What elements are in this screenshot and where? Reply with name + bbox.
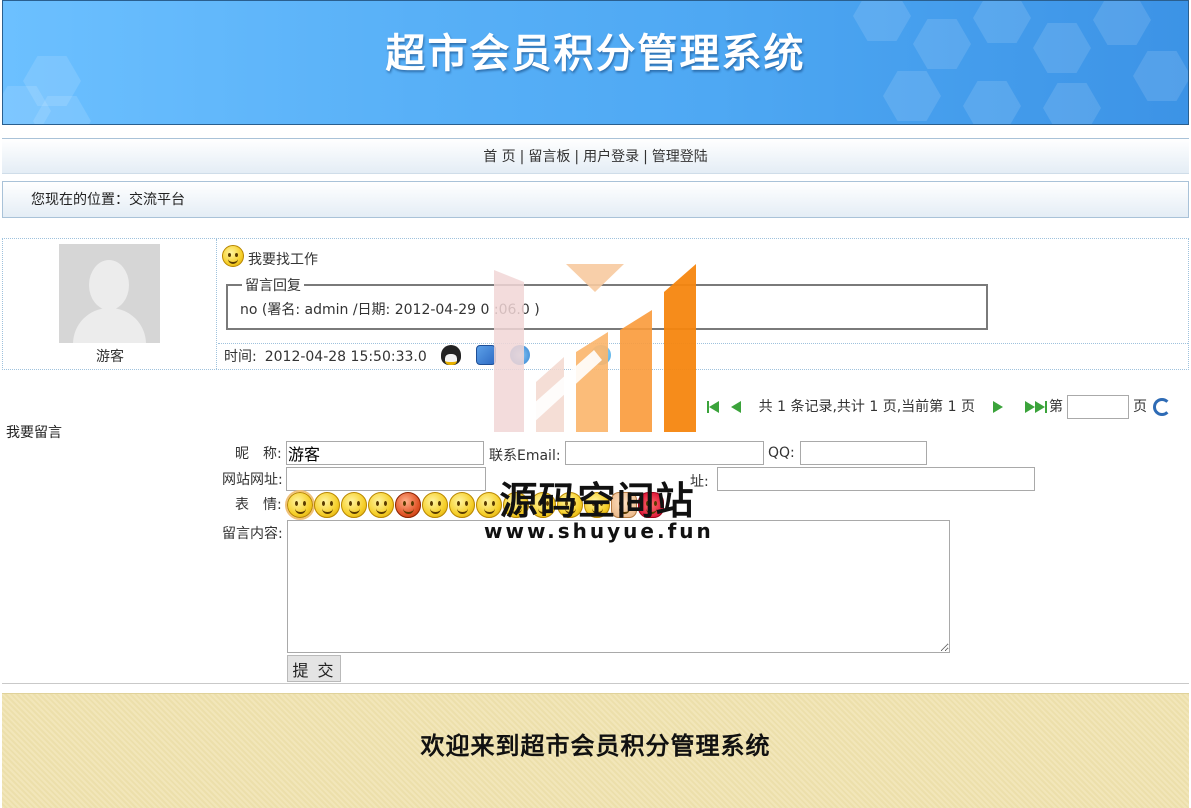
- emotion-picker: [285, 490, 665, 520]
- smile-emotion-icon: [222, 245, 244, 267]
- tongue-emotion-icon[interactable]: [530, 492, 556, 518]
- nav-user-login[interactable]: 用户登录: [583, 149, 639, 165]
- nickname-input[interactable]: [286, 441, 484, 465]
- surprised-emotion-icon[interactable]: [422, 492, 448, 518]
- message-content: 我要找工作 留言回复 no (署名: admin /日期: 2012-04-29…: [218, 239, 1188, 369]
- sad-emotion-icon[interactable]: [314, 492, 340, 518]
- first-page-icon[interactable]: [706, 401, 719, 413]
- happy-emotion-icon[interactable]: [449, 492, 475, 518]
- nav-separator: |: [643, 149, 648, 165]
- home-icon[interactable]: [510, 345, 531, 365]
- other-address-input[interactable]: [717, 467, 1035, 491]
- footer-banner: 欢迎来到超市会员积分管理系统: [2, 693, 1189, 808]
- website-input[interactable]: [286, 467, 486, 491]
- refresh-icon[interactable]: [1153, 398, 1171, 416]
- content-label: 留言内容:: [222, 526, 283, 542]
- message-meta: 时间: 2012-04-28 15:50:33.0: [218, 343, 1188, 369]
- reply-text: no (署名: admin /日期: 2012-04-29 0 :06.0 ): [240, 302, 540, 318]
- main-nav: 首 页 | 留言板 | 用户登录 | 管理登陆: [2, 138, 1189, 174]
- last-page-icon[interactable]: [1025, 401, 1047, 413]
- nav-home[interactable]: 首 页: [483, 149, 515, 165]
- other-address-label: 址:: [690, 474, 709, 490]
- form-heading: 我要留言: [6, 425, 62, 441]
- submit-button[interactable]: 提 交: [287, 655, 341, 682]
- next-page-icon[interactable]: [993, 401, 1003, 413]
- message-card: 游客 我要找工作 留言回复 no (署名: admin /日期: 2012-04…: [2, 238, 1189, 370]
- email-input[interactable]: [565, 441, 764, 465]
- nickname-label: 昵 称:: [235, 446, 282, 462]
- big-grin-emotion-icon[interactable]: [584, 492, 610, 518]
- message-textarea[interactable]: [287, 520, 950, 653]
- goto-suffix: 页: [1133, 399, 1147, 415]
- cry-emotion-icon[interactable]: [368, 492, 394, 518]
- divider: [2, 683, 1189, 684]
- emotion-label: 表 情:: [235, 497, 282, 513]
- nav-separator: |: [574, 149, 580, 165]
- grin-emotion-icon[interactable]: [341, 492, 367, 518]
- breadcrumb: 您现在的位置：交流平台: [2, 181, 1189, 218]
- reply-fieldset: 留言回复 no (署名: admin /日期: 2012-04-29 0 :06…: [226, 275, 988, 330]
- pagination: 共 1 条记录,共计 1 页,当前第 1 页 第 页: [701, 393, 1171, 421]
- avatar: [59, 244, 160, 343]
- pager-summary: 共 1 条记录,共计 1 页,当前第 1 页: [758, 399, 975, 415]
- page-number-input[interactable]: [1067, 395, 1129, 419]
- website-label: 网站网址:: [222, 472, 283, 488]
- reply-legend: 留言回复: [245, 278, 301, 294]
- qq-icon[interactable]: [441, 345, 462, 365]
- site-title: 超市会员积分管理系统: [385, 31, 806, 77]
- nav-guestbook[interactable]: 留言板: [528, 149, 570, 165]
- time-label: 时间:: [224, 349, 257, 365]
- globe-icon[interactable]: [590, 345, 611, 365]
- message-title-row: 我要找工作: [222, 245, 318, 271]
- sleepy-emotion-icon[interactable]: [557, 492, 583, 518]
- prev-page-icon[interactable]: [730, 401, 741, 413]
- nav-separator: |: [519, 149, 525, 165]
- qq-label: QQ:: [768, 445, 795, 461]
- email-label: 联系Email:: [489, 448, 561, 464]
- laugh-emotion-icon[interactable]: [503, 492, 529, 518]
- kiss-lips-icon[interactable]: [638, 492, 664, 518]
- footer-title: 欢迎来到超市会员积分管理系统: [420, 732, 771, 760]
- nav-admin-login[interactable]: 管理登陆: [652, 149, 708, 165]
- goto-prefix: 第: [1049, 399, 1063, 415]
- message-title: 我要找工作: [248, 252, 318, 268]
- wink-emotion-icon[interactable]: [476, 492, 502, 518]
- smile-emotion-icon[interactable]: [285, 490, 315, 520]
- poster-name: 游客: [96, 349, 124, 365]
- angry-emotion-icon[interactable]: [395, 492, 421, 518]
- mail-icon[interactable]: [475, 345, 496, 365]
- poster-panel: 游客: [3, 239, 217, 369]
- qq-input[interactable]: [800, 441, 927, 465]
- header-banner: 超市会员积分管理系统: [2, 0, 1189, 125]
- time-value: 2012-04-28 15:50:33.0: [264, 349, 427, 365]
- victory-hand-icon[interactable]: [611, 492, 637, 518]
